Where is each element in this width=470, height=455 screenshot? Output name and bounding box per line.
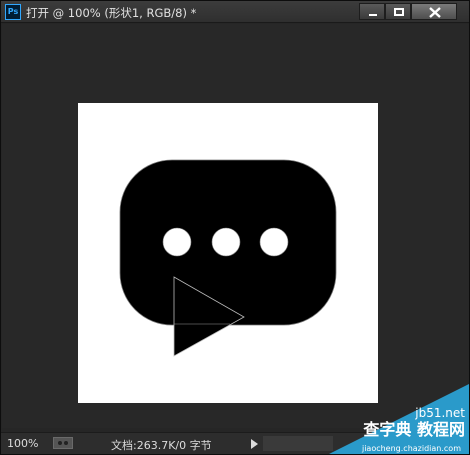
minimize-icon	[369, 14, 377, 16]
dot-2	[211, 227, 241, 257]
maximize-button[interactable]	[385, 3, 411, 20]
window-controls	[359, 3, 459, 20]
status-bar: 100% 文档:263.7K/0 字节	[1, 432, 469, 454]
document-title: 打开 @ 100% (形状1, RGB/8) *	[26, 6, 197, 20]
close-button[interactable]	[411, 3, 457, 20]
status-toggle-icon[interactable]	[53, 437, 73, 449]
dot-3	[259, 227, 289, 257]
horizontal-scrollbar[interactable]	[263, 436, 333, 451]
document-info: 文档:263.7K/0 字节	[111, 439, 212, 452]
photoshop-document-window: Ps 打开 @ 100% (形状1, RGB/8) * 100% 文档:263.…	[0, 0, 470, 455]
status-menu-arrow-icon[interactable]	[251, 439, 258, 449]
maximize-icon	[394, 8, 404, 16]
title-bar[interactable]: Ps 打开 @ 100% (形状1, RGB/8) *	[1, 1, 469, 23]
close-icon	[429, 7, 441, 18]
canvas-area[interactable]	[2, 24, 469, 428]
minimize-button[interactable]	[359, 3, 385, 20]
chat-bubble-shape[interactable]	[78, 103, 378, 403]
zoom-level[interactable]: 100%	[7, 437, 38, 450]
photoshop-app-icon: Ps	[5, 4, 21, 20]
dot-1	[162, 227, 192, 257]
document-canvas[interactable]	[78, 103, 378, 403]
